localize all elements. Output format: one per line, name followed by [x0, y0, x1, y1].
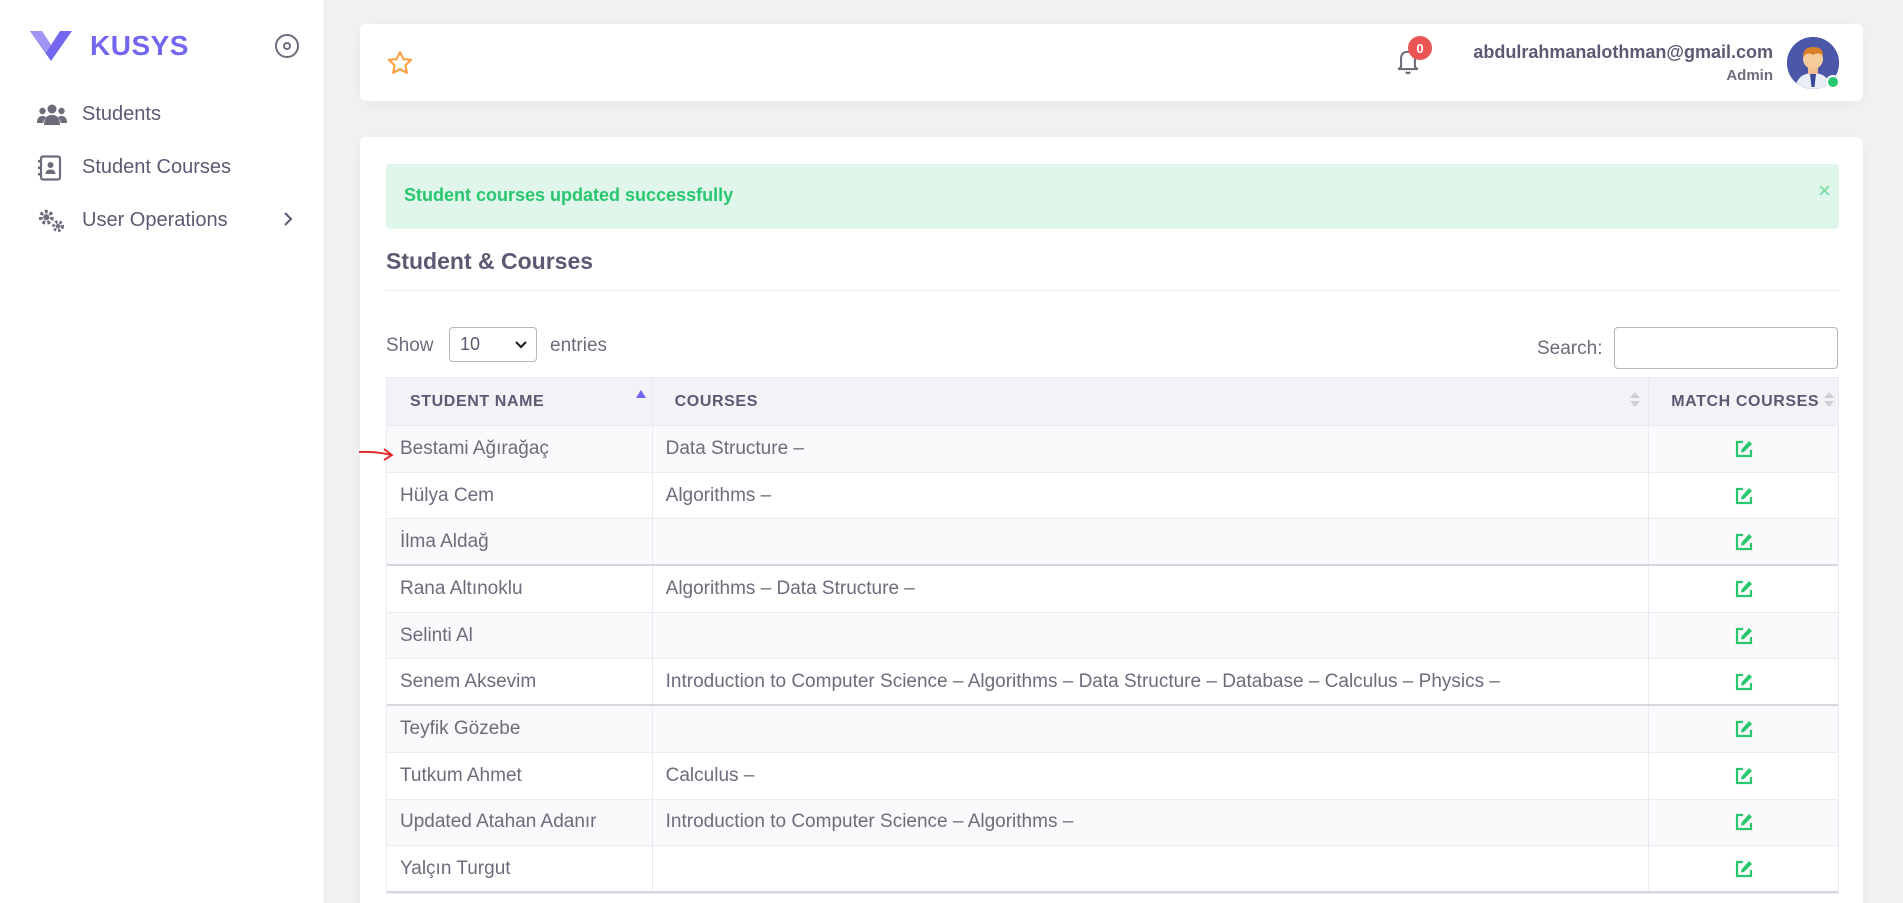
brand[interactable]: KUSYS	[28, 28, 189, 64]
gears-icon	[37, 208, 67, 234]
column-header-courses[interactable]: COURSES	[653, 378, 1650, 425]
brand-logo-icon	[30, 31, 72, 61]
edit-icon[interactable]	[1734, 812, 1754, 832]
contact-book-icon	[37, 154, 67, 181]
courses-cell: Introduction to Computer Science – Algor…	[653, 799, 1650, 846]
sidebar-item-label: Students	[82, 103, 161, 125]
table-header: STUDENT NAME COURSES MATCH COURSES	[387, 378, 1838, 426]
student-name-cell: Bestami Ağırağaç	[387, 426, 653, 472]
chevron-down-icon	[514, 335, 528, 360]
notification-badge: 0	[1408, 36, 1432, 60]
table-row: Hülya Cem Algorithms –	[387, 472, 1838, 520]
match-courses-cell	[1649, 800, 1838, 846]
annotation-arrow-icon	[357, 444, 395, 469]
radio-icon	[283, 42, 291, 50]
edit-icon[interactable]	[1734, 672, 1754, 692]
student-name-cell: Updated Atahan Adanır	[387, 799, 653, 846]
sidebar: KUSYS Students Student Courses User Oper…	[0, 0, 325, 903]
sidebar-item-students[interactable]: Students	[0, 88, 325, 141]
match-courses-cell	[1649, 753, 1838, 799]
column-header-label: STUDENT NAME	[410, 392, 545, 410]
entries-label: entries	[550, 335, 608, 356]
show-label: Show	[386, 335, 434, 356]
courses-cell: Introduction to Computer Science – Algor…	[653, 659, 1650, 705]
online-status-dot	[1826, 75, 1840, 89]
match-courses-cell	[1649, 613, 1838, 659]
courses-cell	[653, 519, 1650, 565]
close-icon[interactable]: ×	[1818, 178, 1831, 204]
student-name-cell: Tutkum Ahmet	[387, 752, 653, 799]
students-courses-table: STUDENT NAME COURSES MATCH COURSES Besta…	[386, 377, 1839, 894]
page-title: Student & Courses	[386, 248, 594, 274]
page-size-select[interactable]: 10	[449, 327, 537, 362]
courses-cell	[653, 612, 1650, 659]
sidebar-item-user-operations[interactable]: User Operations	[0, 194, 325, 247]
edit-icon[interactable]	[1734, 719, 1754, 739]
courses-cell: Algorithms – Data Structure –	[653, 566, 1650, 612]
student-name-cell: Senem Aksevim	[387, 659, 653, 705]
student-name-cell: Selinti Al	[387, 612, 653, 659]
column-header-match-courses[interactable]: MATCH COURSES	[1649, 378, 1838, 425]
courses-cell: Algorithms –	[653, 472, 1650, 519]
content-card: Student courses updated successfully × S…	[360, 137, 1863, 903]
match-courses-cell	[1649, 519, 1838, 564]
star-icon[interactable]	[386, 49, 414, 82]
student-name-cell: Rana Altınoklu	[387, 566, 653, 612]
sidebar-item-label: Student Courses	[82, 156, 231, 178]
search-input[interactable]	[1614, 327, 1838, 369]
student-name-cell: Yalçın Turgut	[387, 846, 653, 891]
table-row: Tutkum Ahmet Calculus –	[387, 752, 1838, 800]
edit-icon[interactable]	[1734, 766, 1754, 786]
courses-cell: Data Structure –	[653, 426, 1650, 472]
sidebar-item-student-courses[interactable]: Student Courses	[0, 141, 325, 194]
courses-cell: Calculus –	[653, 752, 1650, 799]
table-row: Yalçın Turgut	[387, 846, 1838, 893]
table-row: Bestami Ağırağaç Data Structure –	[387, 426, 1838, 473]
user-role: Admin	[1726, 67, 1773, 84]
edit-icon[interactable]	[1734, 579, 1754, 599]
match-courses-cell	[1649, 706, 1838, 752]
users-icon	[37, 102, 67, 128]
courses-cell	[653, 706, 1650, 752]
brand-name: KUSYS	[90, 30, 189, 61]
match-courses-cell	[1649, 473, 1838, 519]
user-email[interactable]: abdulrahmanalothman@gmail.com	[1473, 42, 1773, 63]
table-row: Rana Altınoklu Algorithms – Data Structu…	[387, 566, 1838, 613]
sidebar-collapse-toggle[interactable]	[275, 34, 299, 58]
edit-icon[interactable]	[1734, 439, 1754, 459]
table-row: Selinti Al	[387, 612, 1838, 660]
edit-icon[interactable]	[1734, 626, 1754, 646]
edit-icon[interactable]	[1734, 859, 1754, 879]
column-header-student-name[interactable]: STUDENT NAME	[387, 378, 653, 425]
page-size-value: 10	[460, 334, 481, 354]
column-header-label: MATCH COURSES	[1671, 392, 1820, 410]
student-name-cell: İlma Aldağ	[387, 519, 653, 565]
table-row: Senem Aksevim Introduction to Computer S…	[387, 659, 1838, 707]
match-courses-cell	[1649, 659, 1838, 704]
match-courses-cell	[1649, 846, 1838, 891]
match-courses-cell	[1649, 566, 1838, 612]
table-row: Updated Atahan Adanır Introduction to Co…	[387, 799, 1838, 847]
sort-icon	[1630, 392, 1641, 407]
sort-ascending-icon	[635, 390, 646, 398]
table-row: Teyfik Gözebe	[387, 706, 1838, 753]
student-name-cell: Teyfik Gözebe	[387, 706, 653, 752]
student-name-cell: Hülya Cem	[387, 472, 653, 519]
search-label: Search:	[1537, 338, 1603, 359]
top-navbar: 0 abdulrahmanalothman@gmail.com Admin	[360, 24, 1863, 101]
success-alert: Student courses updated successfully ×	[386, 164, 1839, 229]
alert-message: Student courses updated successfully	[404, 185, 734, 205]
sidebar-item-label: User Operations	[82, 209, 228, 231]
edit-icon[interactable]	[1734, 486, 1754, 506]
table-row: İlma Aldağ	[387, 519, 1838, 567]
column-header-label: COURSES	[674, 392, 758, 410]
match-courses-cell	[1649, 426, 1838, 472]
divider	[386, 290, 1839, 291]
courses-cell	[653, 846, 1650, 891]
sort-icon	[1824, 392, 1835, 407]
sidebar-nav: Students Student Courses User Operations	[0, 88, 325, 247]
chevron-right-icon	[283, 211, 293, 232]
edit-icon[interactable]	[1734, 532, 1754, 552]
